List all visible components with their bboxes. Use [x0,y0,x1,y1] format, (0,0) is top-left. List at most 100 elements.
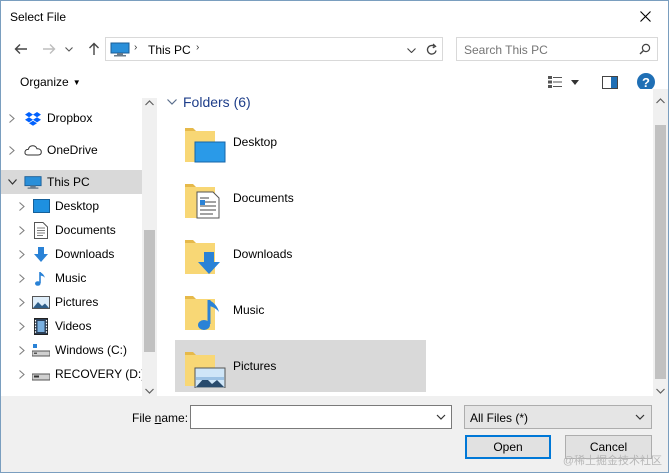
breadcrumb-separator-icon[interactable]: › [134,42,137,53]
chevron-right-icon[interactable] [17,201,27,211]
file-type-select[interactable]: All Files (*) [464,405,652,429]
scroll-down-icon [656,388,665,394]
file-type-value: All Files (*) [470,411,529,425]
address-dropdown-button[interactable] [404,43,418,57]
chevron-right-icon[interactable] [17,225,27,235]
nav-item-label: Downloads [55,247,115,261]
nav-item-label: Pictures [55,295,99,309]
chevron-down-icon[interactable] [7,177,17,187]
drive-c-icon [32,341,50,359]
caret-down-icon: ▼ [72,78,81,87]
refresh-icon [426,43,437,55]
folder-item-downloads[interactable]: Downloads [175,228,426,280]
nav-item-label: Music [55,271,87,285]
chevron-right-icon[interactable] [17,249,27,259]
nav-item-label: Desktop [55,199,100,213]
recent-locations-button[interactable] [62,38,76,60]
chevron-down-icon [406,47,416,53]
chevron-right-icon[interactable] [17,297,27,307]
folder-label: Documents [233,191,294,205]
scroll-up-icon [656,98,665,104]
nav-item-label: Videos [55,319,92,333]
file-name-input[interactable] [195,409,425,425]
this-pc-icon [24,173,42,191]
nav-item-onedrive[interactable]: OneDrive [1,138,142,162]
nav-item-label: OneDrive [47,143,98,157]
chevron-down-icon [65,46,73,52]
file-name-label-suffix: ame: [161,411,189,425]
drive-d-icon [32,365,50,383]
nav-item-dropbox[interactable]: Dropbox [1,106,142,130]
search-input[interactable] [464,43,624,57]
chevron-right-icon[interactable] [17,321,27,331]
nav-item-label: RECOVERY (D:) [55,367,146,381]
music-icon [32,269,50,287]
pictures-folder-icon [183,346,227,389]
nav-item-documents[interactable]: Documents [1,218,142,242]
open-button-label: Open [493,440,523,454]
file-name-label-prefix: File [132,411,155,425]
breadcrumb-separator-icon[interactable]: › [196,42,199,53]
title-bar: Select File [1,1,668,32]
file-name-combobox[interactable] [190,405,452,429]
chevron-down-icon [436,414,446,420]
forward-button[interactable] [38,38,60,60]
navigation-pane: Dropbox OneDrive This PC Desktop Documents Do… [1,98,157,396]
desktop-icon [32,197,50,215]
organize-label: Organize [20,75,69,89]
file-name-label: File name: [132,411,188,425]
chevron-right-icon[interactable] [7,113,17,123]
caret-down-icon [571,79,579,85]
chevron-down-icon [167,99,177,105]
dropbox-icon [24,109,42,127]
breadcrumb-this-pc[interactable]: This PC [148,43,191,57]
folders-group-header[interactable]: Folders (6) [167,94,251,110]
dialog-title: Select File [10,10,67,24]
chevron-right-icon[interactable] [17,345,27,355]
refresh-button[interactable] [420,38,442,60]
chevron-down-icon [635,414,645,420]
chevron-right-icon[interactable] [7,145,17,155]
close-button[interactable] [622,1,668,32]
nav-scrollbar[interactable] [142,98,157,396]
forward-arrow-icon [43,44,56,54]
nav-item-pictures[interactable]: Pictures [1,290,142,314]
nav-item-music[interactable]: Music [1,266,142,290]
this-pc-icon [110,42,130,57]
chevron-right-icon[interactable] [17,369,27,379]
up-arrow-icon [89,42,99,55]
file-dialog: Select File › This PC › Search This PC O… [0,0,669,473]
folder-label: Music [233,303,265,317]
chevron-right-icon[interactable] [17,273,27,283]
music-folder-icon [183,290,227,332]
nav-item-recovery-d[interactable]: RECOVERY (D:) [1,362,146,386]
folder-item-desktop[interactable]: Desktop [175,116,426,168]
folder-item-documents[interactable]: Documents [175,172,426,224]
content-scrollbar-thumb[interactable] [655,125,666,379]
navigation-bar: › This PC › [1,32,668,66]
back-button[interactable] [10,38,32,60]
back-arrow-icon [14,44,27,54]
downloads-icon [32,245,50,263]
content-scrollbar[interactable] [653,89,668,396]
nav-item-desktop[interactable]: Desktop [1,194,142,218]
nav-item-label: This PC [47,175,90,189]
organize-button[interactable]: Organize ▼ [20,75,81,89]
search-box[interactable] [456,37,658,61]
folder-item-pictures[interactable]: Pictures [175,340,426,392]
documents-icon [32,221,50,239]
address-bar[interactable]: › This PC › [105,37,443,61]
nav-item-videos[interactable]: Videos [1,314,142,338]
desktop-folder-icon [183,122,227,164]
up-button[interactable] [83,38,105,60]
help-icon: ? [642,74,650,90]
nav-item-this-pc[interactable]: This PC [1,170,142,194]
nav-item-downloads[interactable]: Downloads [1,242,142,266]
folder-label: Downloads [233,247,293,261]
content-pane: Folders (6) Desktop Documents Downloads Mus… [157,89,668,396]
open-button[interactable]: Open [465,435,551,459]
nav-item-windows-c[interactable]: Windows (C:) [1,338,142,362]
nav-scrollbar-thumb[interactable] [144,230,155,352]
folder-item-music[interactable]: Music [175,284,426,336]
folder-label: Desktop [233,135,278,149]
